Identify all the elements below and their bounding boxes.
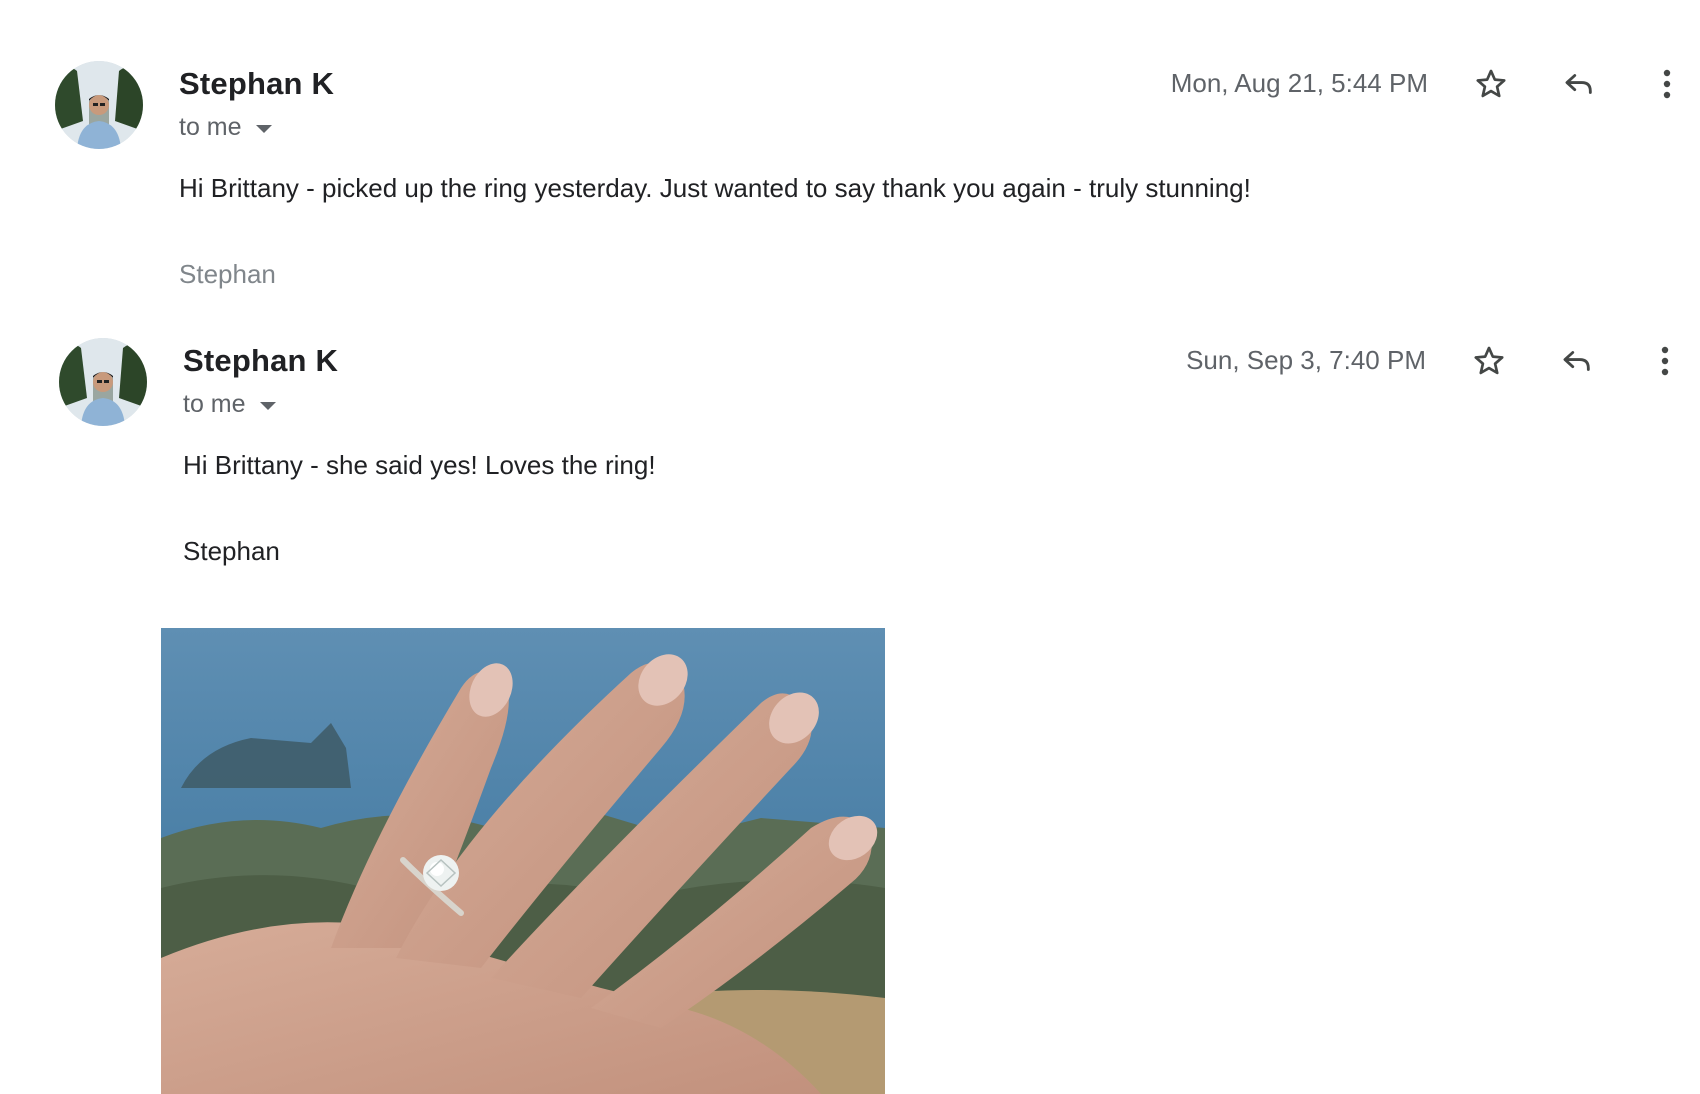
message-signature: Stephan xyxy=(179,259,276,289)
more-options-button[interactable] xyxy=(1639,335,1691,387)
chevron-down-icon xyxy=(259,401,276,410)
attachment-photo[interactable] xyxy=(161,628,885,1094)
message-body: Hi Brittany - she said yes! Loves the ri… xyxy=(183,450,656,480)
message-date: Sun, Sep 3, 7:40 PM xyxy=(1186,345,1426,375)
reply-icon xyxy=(1565,74,1592,94)
more-vert-icon xyxy=(1663,69,1671,99)
star-outline-icon xyxy=(1476,69,1506,98)
recipient-label: to me xyxy=(183,390,246,418)
email-message-2: Stephan K to me Sun, Sep 3, 7:40 PM Hi B… xyxy=(0,300,1700,1094)
recipient-dropdown[interactable]: to me xyxy=(179,113,272,142)
star-button[interactable] xyxy=(1465,58,1517,110)
more-vert-icon xyxy=(1661,346,1669,376)
star-outline-icon xyxy=(1474,346,1504,375)
sender-name[interactable]: Stephan K xyxy=(179,66,334,102)
reply-button[interactable] xyxy=(1551,335,1603,387)
recipient-label: to me xyxy=(179,113,242,141)
message-date: Mon, Aug 21, 5:44 PM xyxy=(1170,68,1428,98)
recipient-dropdown[interactable]: to me xyxy=(183,390,276,419)
more-options-button[interactable] xyxy=(1641,58,1693,110)
chevron-down-icon xyxy=(255,124,272,133)
sender-avatar[interactable] xyxy=(55,61,143,149)
sender-name[interactable]: Stephan K xyxy=(183,343,338,379)
reply-button[interactable] xyxy=(1553,58,1605,110)
message-body: Hi Brittany - picked up the ring yesterd… xyxy=(179,173,1251,203)
email-message-1: Stephan K to me Mon, Aug 21, 5:44 PM Hi … xyxy=(0,0,1700,300)
reply-icon xyxy=(1563,351,1590,371)
star-button[interactable] xyxy=(1463,335,1515,387)
message-signature: Stephan xyxy=(183,536,280,566)
sender-avatar[interactable] xyxy=(59,338,147,426)
